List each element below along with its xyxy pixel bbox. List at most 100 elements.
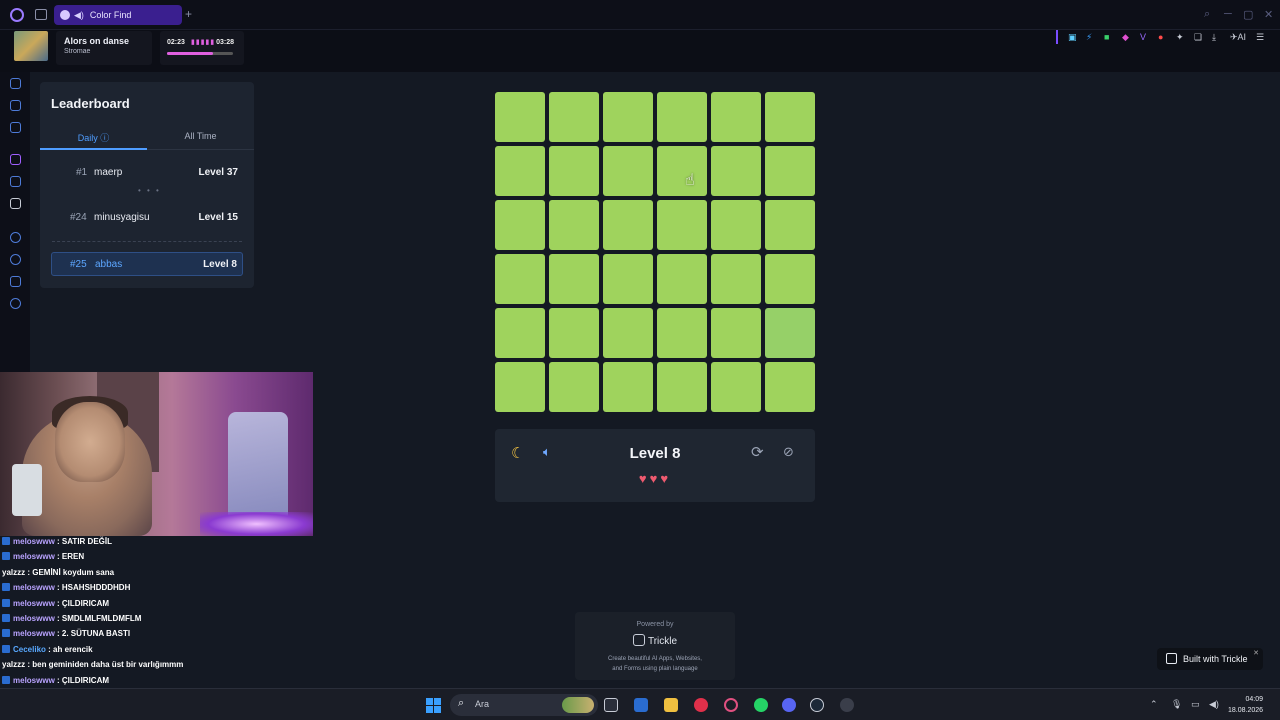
chat-username[interactable]: meloswww (13, 614, 55, 623)
chat-username[interactable]: meloswww (13, 583, 55, 592)
search-tabs-icon[interactable]: ⌕ (1204, 8, 1210, 21)
sidebar-history-icon[interactable] (10, 254, 21, 265)
grid-cell[interactable] (711, 200, 761, 250)
extension-icon-4[interactable]: ◆ (1122, 32, 1129, 43)
tab-manager-icon[interactable] (35, 9, 47, 20)
tray-chevron-icon[interactable]: ⌃ (1150, 699, 1158, 710)
grid-cell[interactable] (711, 92, 761, 142)
taskbar-clock[interactable]: 04:09 18.08.2026 (1228, 694, 1263, 716)
new-tab-button[interactable]: + (185, 7, 192, 21)
tab-daily[interactable]: Daily ⓘ (40, 128, 147, 150)
hide-icon[interactable]: ⊘ (783, 444, 794, 460)
restart-icon[interactable]: ⟳ (751, 443, 764, 461)
grid-cell[interactable] (657, 92, 707, 142)
menu-icon[interactable]: ☰ (1256, 32, 1264, 43)
music-progress-bar[interactable] (167, 52, 233, 55)
grid-cell[interactable] (711, 308, 761, 358)
grid-cell[interactable] (549, 362, 599, 412)
sidebar-player-icon[interactable] (10, 232, 21, 243)
steam-icon[interactable] (810, 698, 824, 712)
grid-cell[interactable] (549, 200, 599, 250)
extension-icon-1[interactable]: ▣ (1068, 32, 1077, 43)
sidebar-gamebar-icon[interactable] (10, 122, 21, 133)
grid-cell[interactable] (603, 200, 653, 250)
minimize-icon[interactable]: ─ (1224, 8, 1232, 20)
ai-icon[interactable]: ✈AI (1230, 32, 1246, 43)
music-player[interactable]: Alors on danse Stromae (56, 31, 152, 65)
grid-cell[interactable] (765, 254, 815, 304)
opera-logo-icon[interactable] (10, 8, 24, 22)
grid-cell[interactable] (711, 146, 761, 196)
whatsapp-icon[interactable] (754, 698, 768, 712)
grid-cell[interactable] (657, 362, 707, 412)
extension-icon-2[interactable]: ⚡ (1086, 32, 1092, 43)
grid-cell[interactable] (603, 92, 653, 142)
chat-username[interactable]: meloswww (13, 629, 55, 638)
maximize-icon[interactable]: ▢ (1243, 8, 1253, 21)
grid-cell[interactable] (495, 362, 545, 412)
grid-cell[interactable] (765, 146, 815, 196)
file-explorer-icon[interactable] (664, 698, 678, 712)
sidebar-settings-icon[interactable] (10, 298, 21, 309)
grid-cell[interactable] (549, 146, 599, 196)
sidebar-workspace-icon[interactable] (10, 78, 21, 89)
taskbar-search[interactable]: ⌕ Ara (450, 694, 598, 716)
grid-cell[interactable] (657, 200, 707, 250)
grid-cell[interactable] (549, 254, 599, 304)
adblock-icon[interactable]: ● (1158, 32, 1163, 42)
grid-cell[interactable] (495, 308, 545, 358)
tab-all-time[interactable]: All Time (147, 128, 254, 150)
close-icon[interactable]: ✕ (1264, 8, 1273, 21)
powered-by-trickle[interactable]: Powered by Trickle Create beautiful AI A… (575, 612, 735, 680)
chat-username[interactable]: yalzzz (2, 660, 25, 669)
grid-cell[interactable] (603, 362, 653, 412)
grid-cell[interactable] (603, 254, 653, 304)
grid-cell[interactable] (765, 92, 815, 142)
grid-cell[interactable] (495, 92, 545, 142)
sidebar-messenger-icon[interactable] (10, 100, 21, 111)
discord-icon[interactable] (782, 698, 796, 712)
grid-cell[interactable] (603, 308, 653, 358)
windows-start-icon[interactable] (426, 698, 441, 713)
microphone-icon[interactable]: 🎙︎ (1171, 699, 1182, 710)
sidebar-percent-icon[interactable] (10, 176, 21, 187)
opera-gx-icon[interactable] (724, 698, 738, 712)
chat-username[interactable]: yalzzz (2, 568, 25, 577)
grid-cell[interactable] (765, 200, 815, 250)
sidebar-x-icon[interactable] (10, 198, 21, 209)
grid-cell[interactable] (495, 254, 545, 304)
grid-cell[interactable] (603, 146, 653, 196)
browser-tab-color-find[interactable]: ◀) Color Find (54, 5, 182, 25)
extension-icon-5[interactable]: V (1140, 32, 1146, 42)
grid-cell[interactable] (495, 146, 545, 196)
chat-username[interactable]: Ceceliko (13, 645, 46, 654)
clipboard-icon[interactable]: ❏ (1194, 32, 1202, 43)
task-view-icon[interactable] (604, 698, 618, 712)
grid-cell[interactable] (711, 362, 761, 412)
grid-cell[interactable] (765, 362, 815, 412)
sidebar-twitch-icon[interactable] (10, 154, 21, 165)
grid-cell[interactable] (711, 254, 761, 304)
puzzle-icon[interactable]: ✦ (1176, 32, 1184, 43)
grid-cell[interactable] (657, 308, 707, 358)
close-badge-icon[interactable]: ✕ (1253, 649, 1259, 657)
chat-username[interactable]: meloswww (13, 537, 55, 546)
grid-cell[interactable] (549, 308, 599, 358)
outlook-icon[interactable] (634, 698, 648, 712)
chat-username[interactable]: meloswww (13, 599, 55, 608)
extension-icon-3[interactable]: ■ (1104, 32, 1109, 42)
app-icon[interactable] (840, 698, 854, 712)
sidebar-extensions-icon[interactable] (10, 276, 21, 287)
built-with-trickle-badge[interactable]: Built with Trickle ✕ (1157, 648, 1263, 670)
download-icon[interactable]: ⤓ (1212, 32, 1216, 43)
tab-audio-icon[interactable]: ◀) (74, 10, 84, 21)
monitor-icon[interactable]: ▭ (1191, 699, 1200, 710)
youtube-music-icon[interactable] (694, 698, 708, 712)
grid-cell[interactable] (549, 92, 599, 142)
volume-icon[interactable]: ◀) (1209, 699, 1219, 710)
grid-cell[interactable] (657, 146, 707, 196)
chat-username[interactable]: meloswww (13, 676, 55, 685)
grid-cell[interactable] (495, 200, 545, 250)
grid-cell[interactable] (657, 254, 707, 304)
grid-cell[interactable] (765, 308, 815, 358)
